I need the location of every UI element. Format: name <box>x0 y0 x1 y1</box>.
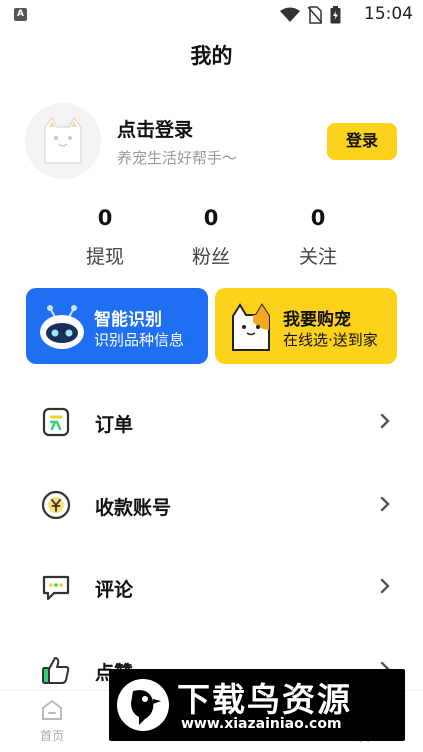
watermark-banner: 下载鸟资源 www.xiazainiao.com <box>109 669 405 741</box>
menu-label: 评论 <box>95 579 134 601</box>
login-prompt[interactable]: 点击登录 <box>117 115 193 142</box>
smart-recognition-card[interactable]: 智能识别 识别品种信息 <box>26 288 208 364</box>
login-button[interactable]: 登录 <box>327 123 397 160</box>
card-subtitle: 在线选·送到家 <box>283 331 378 349</box>
stat-fans[interactable]: 0 粉丝 <box>171 204 251 269</box>
stat-label: 粉丝 <box>191 246 230 268</box>
stat-value: 0 <box>310 206 326 230</box>
chevron-right-icon <box>380 496 390 512</box>
card-subtitle: 识别品种信息 <box>94 331 185 349</box>
cat-avatar-icon <box>44 116 82 164</box>
card-title: 我要购宠 <box>283 310 351 330</box>
payment-account-icon <box>41 490 71 520</box>
menu-label: 收款账号 <box>95 497 172 519</box>
menu-label: 订单 <box>95 414 134 436</box>
robot-icon <box>40 305 84 349</box>
comment-icon <box>42 575 70 601</box>
status-bar: A 15:04 <box>0 0 423 30</box>
chevron-right-icon <box>380 578 390 594</box>
no-sim-icon <box>308 6 322 24</box>
battery-icon <box>330 6 341 24</box>
notification-indicator: A <box>14 8 27 21</box>
order-icon <box>42 407 70 437</box>
status-icons <box>280 6 341 24</box>
menu-item-comments[interactable]: 评论 <box>0 557 423 617</box>
bird-logo-icon <box>117 679 169 731</box>
stat-label: 关注 <box>298 246 337 268</box>
menu-item-payment-account[interactable]: 收款账号 <box>0 475 423 535</box>
stat-label: 提现 <box>85 246 124 268</box>
stat-value: 0 <box>203 206 219 230</box>
stat-following[interactable]: 0 关注 <box>278 204 358 269</box>
card-title: 智能识别 <box>94 310 162 330</box>
tab-label: 首页 <box>39 729 64 743</box>
home-icon <box>42 700 62 720</box>
watermark-title: 下载鸟资源 <box>177 680 352 719</box>
thumbs-up-icon <box>42 657 70 684</box>
clock: 15:04 <box>364 4 413 24</box>
tab-home[interactable]: 首页 <box>22 697 82 744</box>
stat-withdraw[interactable]: 0 提现 <box>65 204 145 269</box>
cat-icon <box>232 303 270 351</box>
chevron-right-icon <box>380 413 390 429</box>
menu-item-orders[interactable]: 订单 <box>0 392 423 452</box>
login-subtitle: 养宠生活好帮手〜 <box>117 149 238 167</box>
buy-pet-card[interactable]: 我要购宠 在线选·送到家 <box>215 288 397 364</box>
watermark-url: www.xiazainiao.com <box>181 716 342 732</box>
page-title: 我的 <box>190 44 233 68</box>
stat-value: 0 <box>97 206 113 230</box>
wifi-icon <box>280 7 300 22</box>
avatar[interactable] <box>25 103 101 179</box>
